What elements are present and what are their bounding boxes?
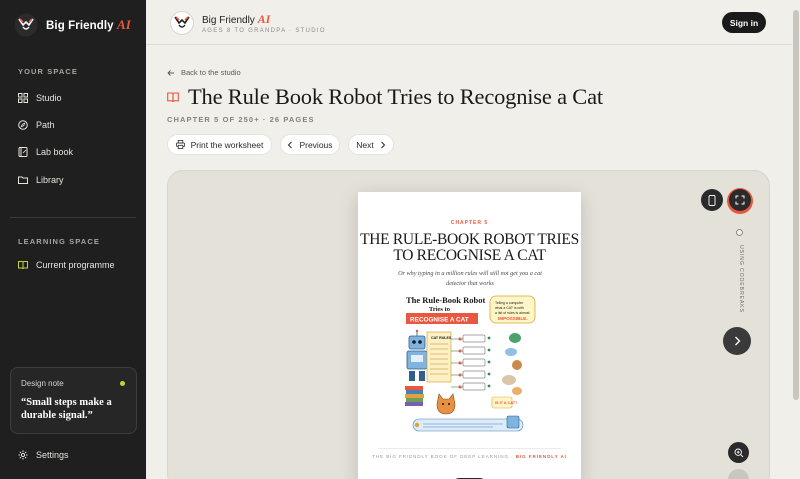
sidebar-item-label: Settings xyxy=(36,450,69,460)
illus-headline-1: The Rule-Book Robot xyxy=(406,295,486,305)
worksheet-subtitle: Or why typing in a million rules will st… xyxy=(398,270,542,287)
header-title: Big Friendly AI xyxy=(202,12,271,26)
svg-text:IMPOSSIBLE.: IMPOSSIBLE. xyxy=(498,316,528,321)
zoom-in-icon xyxy=(734,448,743,457)
worksheet-title-line2: TO RECOGNISE A CAT xyxy=(393,247,546,264)
gear-icon xyxy=(18,450,28,460)
design-note-card: Design note “Small steps make a durable … xyxy=(10,367,137,434)
worksheet-page: CHAPTER 5 THE RULE-BOOK ROBOT TRIES TO R… xyxy=(358,192,581,479)
next-label: Next xyxy=(356,139,374,150)
sidebar-item-path[interactable]: Path xyxy=(18,120,55,130)
design-note-label: Design note xyxy=(21,379,64,388)
sign-in-button[interactable]: Sign in xyxy=(722,12,766,33)
viewer-side-label: USING CODEBREAKS xyxy=(738,245,744,313)
svg-text:a list of rules is almost: a list of rules is almost xyxy=(495,311,529,315)
sidebar-item-settings[interactable]: Settings xyxy=(18,450,69,460)
grid-icon xyxy=(18,93,28,103)
chapter-meta: CHAPTER 5 OF 250+ · 26 PAGES xyxy=(167,115,315,124)
back-link[interactable]: Back to the studio xyxy=(167,68,241,77)
section-your-space: YOUR SPACE xyxy=(18,67,79,76)
header-subtitle: AGES 8 TO GRANDPA · STUDIO xyxy=(202,28,326,34)
mobile-view-button[interactable] xyxy=(701,189,723,211)
sidebar-item-label: Path xyxy=(36,120,55,130)
svg-text:CAT RULES: CAT RULES xyxy=(431,336,452,340)
illus-headline-3: RECOGNISE A CAT xyxy=(410,317,469,324)
chevron-right-icon xyxy=(734,336,740,346)
svg-text:what a CAT is with: what a CAT is with xyxy=(495,306,524,310)
print-worksheet-button[interactable]: Print the worksheet xyxy=(167,134,272,155)
fox-logo-icon[interactable] xyxy=(170,11,194,35)
compass-icon xyxy=(18,120,28,130)
chevron-left-icon xyxy=(288,141,293,148)
sidebar-item-label: Studio xyxy=(36,93,62,103)
brand[interactable]: Big Friendly AI xyxy=(14,13,131,37)
chevron-right-icon xyxy=(380,141,385,148)
section-learning-space: LEARNING SPACE xyxy=(18,237,100,246)
worksheet-chapter: CHAPTER 5 xyxy=(450,220,489,226)
svg-text:Telling a computer: Telling a computer xyxy=(495,301,524,305)
worksheet-divider xyxy=(378,448,561,449)
page-title: The Rule Book Robot Tries to Recognise a… xyxy=(167,84,603,110)
open-book-icon xyxy=(167,92,179,103)
status-dot xyxy=(120,381,125,386)
sidebar-divider xyxy=(10,217,136,218)
notebook-icon xyxy=(18,147,28,157)
previous-label: Previous xyxy=(299,139,333,150)
sidebar-item-lab-book[interactable]: Lab book xyxy=(18,147,73,157)
brand-name: Big Friendly AI xyxy=(46,17,131,32)
next-button[interactable]: Next xyxy=(348,134,394,155)
robot-cat-illustration: The Rule-Book Robot Tries to RECOGNISE A… xyxy=(405,295,536,432)
page-dot[interactable] xyxy=(736,229,743,236)
worksheet-footer: THE BIG FRIENDLY BOOK OF DEEP LEARNING ·… xyxy=(372,454,567,459)
folder-icon xyxy=(18,176,28,184)
top-header: Big Friendly AI AGES 8 TO GRANDPA · STUD… xyxy=(146,0,800,45)
fullscreen-button[interactable] xyxy=(729,189,751,211)
print-label: Print the worksheet xyxy=(190,139,264,150)
svg-text:IS IT A CAT?: IS IT A CAT? xyxy=(495,401,518,405)
worksheet-title: THE RULE-BOOK ROBOT TRIES TO RECOGNISE A… xyxy=(358,232,581,264)
zoom-in-button[interactable] xyxy=(728,442,749,463)
open-book-icon xyxy=(18,261,28,270)
zoom-out-button[interactable] xyxy=(728,469,749,479)
sidebar-item-current-programme[interactable]: Current programme xyxy=(18,260,115,270)
worksheet-viewer: CHAPTER 5 THE RULE-BOOK ROBOT TRIES TO R… xyxy=(167,170,770,479)
sidebar-item-label: Current programme xyxy=(36,260,115,270)
sidebar-item-label: Library xyxy=(36,175,64,185)
page-title-text: The Rule Book Robot Tries to Recognise a… xyxy=(188,84,603,109)
illus-headline-2: Tries to xyxy=(429,306,450,313)
sidebar-item-library[interactable]: Library xyxy=(18,175,64,185)
next-page-button[interactable] xyxy=(723,327,751,355)
design-note-quote: “Small steps make a durable signal.” xyxy=(21,397,112,421)
sidebar: Big Friendly AI YOUR SPACE Studio Path L… xyxy=(0,0,146,479)
arrow-left-icon xyxy=(167,69,174,76)
previous-button[interactable]: Previous xyxy=(280,134,340,155)
fullscreen-icon xyxy=(735,195,745,205)
fox-logo-icon xyxy=(14,13,38,37)
worksheet-title-line1: THE RULE-BOOK ROBOT TRIES xyxy=(360,231,579,248)
scrollbar-thumb[interactable] xyxy=(793,10,799,400)
sidebar-item-label: Lab book xyxy=(36,147,74,157)
printer-icon xyxy=(175,140,185,149)
phone-icon xyxy=(708,194,716,206)
back-link-label: Back to the studio xyxy=(181,68,241,77)
sidebar-item-studio[interactable]: Studio xyxy=(18,93,62,103)
